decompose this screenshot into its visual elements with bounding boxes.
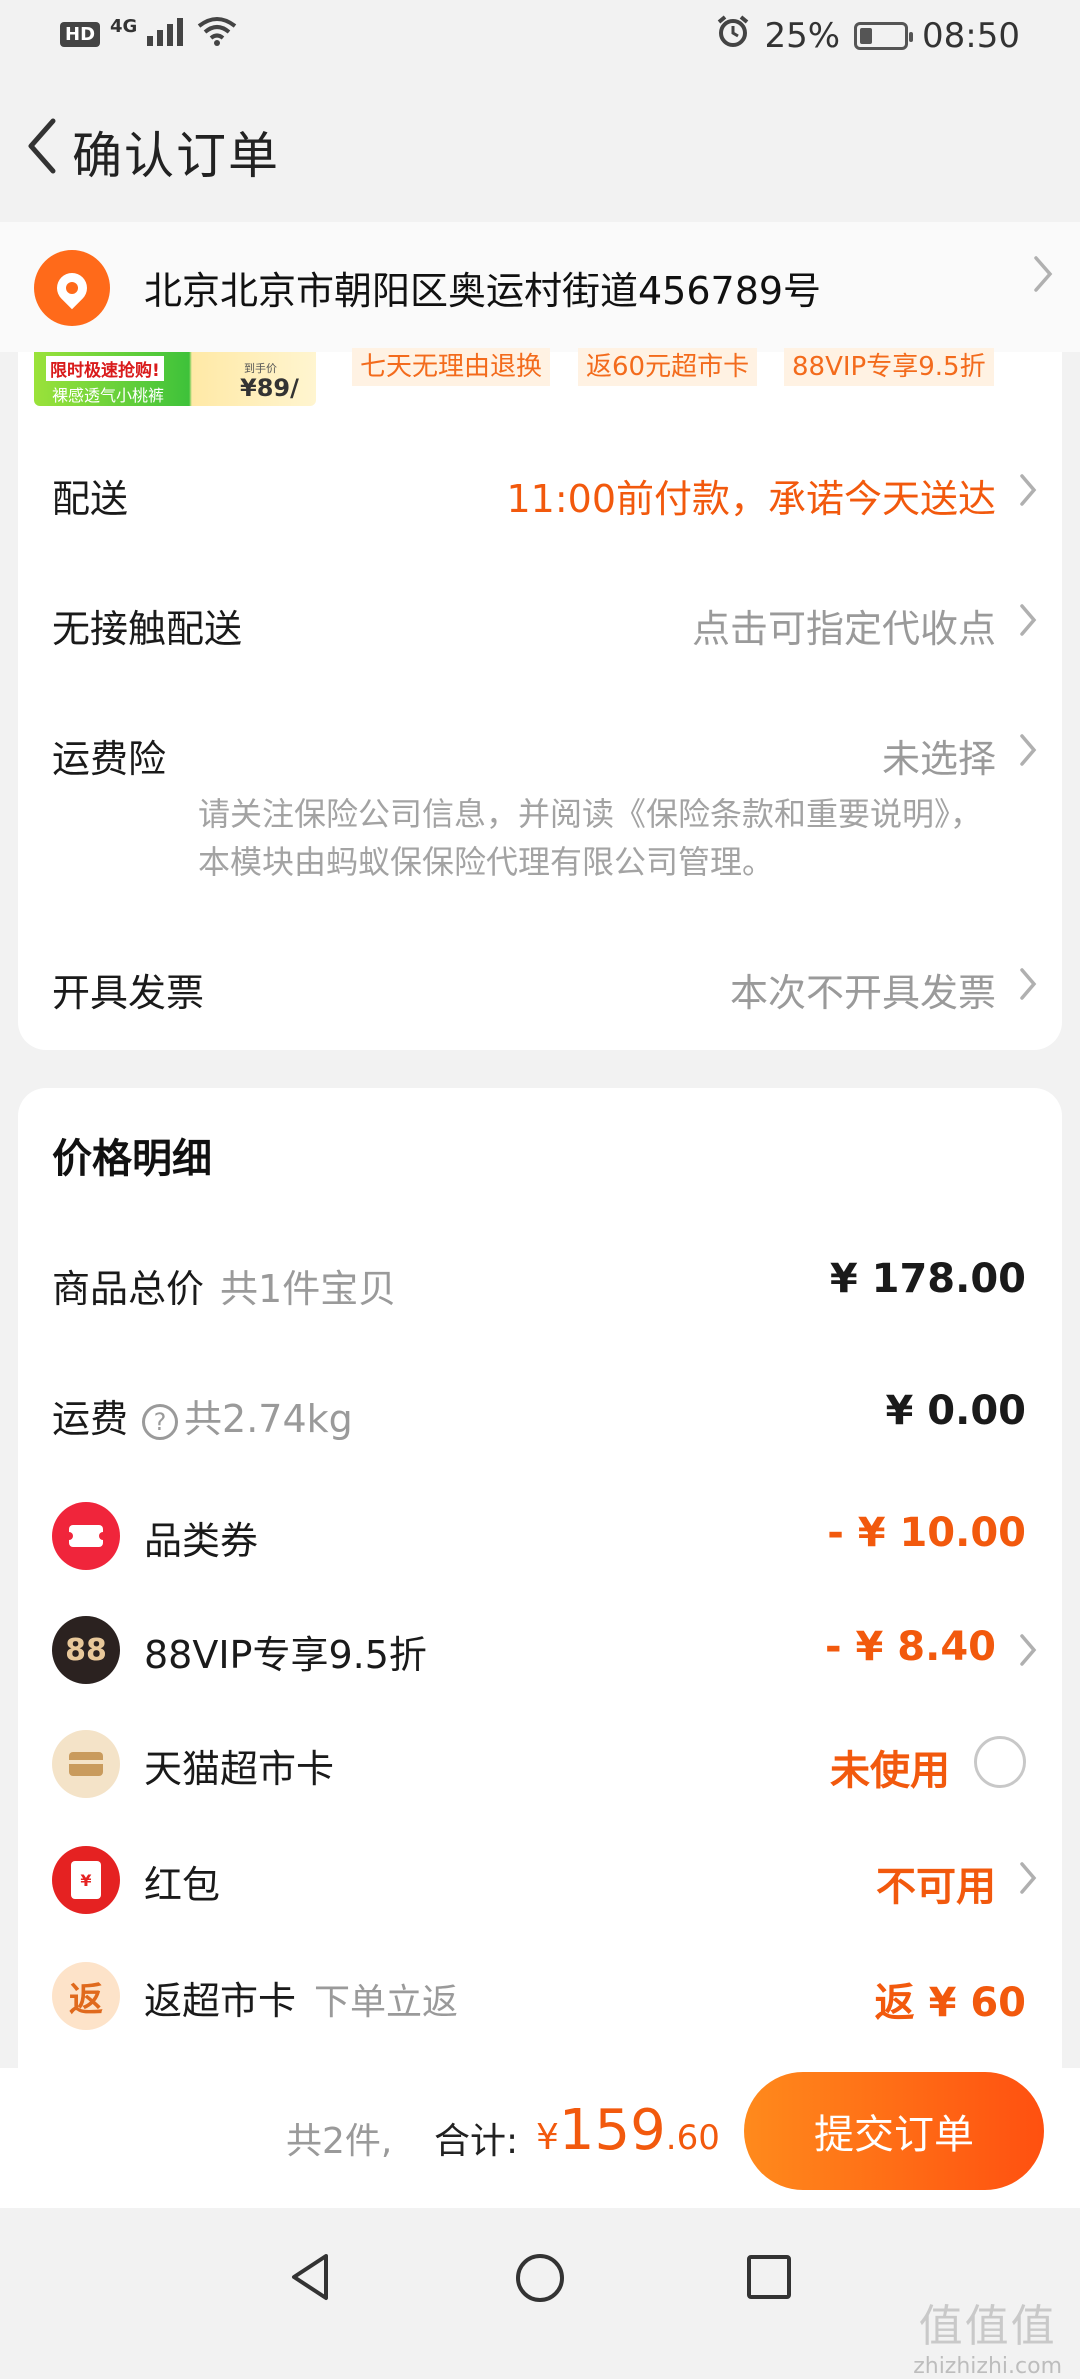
promo-tag: 88VIP专享9.5折 bbox=[784, 348, 994, 386]
invoice-row[interactable]: 开具发票 本次不开具发票 bbox=[0, 940, 1080, 1040]
hd-indicator: HD bbox=[60, 22, 101, 47]
rebate-value: 返 ¥ 60 bbox=[874, 1980, 1026, 2026]
promo-banner-price: ¥89/件 bbox=[240, 374, 299, 402]
tmall-card-value: 未使用 bbox=[830, 1748, 950, 1794]
header: 确认订单 bbox=[0, 72, 1080, 222]
promo-banner-line2: 裸感透气小桃裤 bbox=[52, 386, 165, 405]
promo-tag: 返60元超市卡 bbox=[578, 348, 758, 386]
status-right: 25% 08:50 bbox=[716, 14, 1020, 57]
wifi-icon bbox=[197, 16, 237, 53]
vip-discount-value[interactable]: - ¥ 8.40 bbox=[825, 1624, 996, 1670]
tmall-card-label: 天猫超市卡 bbox=[144, 1747, 335, 1791]
coupon-icon bbox=[52, 1502, 120, 1570]
red-packet-glyph: ¥ bbox=[71, 1861, 101, 1899]
network-label: 4G bbox=[110, 16, 138, 37]
watermark-logo: 值值值 bbox=[918, 2301, 1057, 2352]
invoice-label: 开具发票 bbox=[52, 971, 205, 1015]
battery-percent: 25% bbox=[764, 15, 841, 56]
contactless-delivery-row[interactable]: 无接触配送 点击可指定代收点 bbox=[0, 572, 1080, 672]
delivery-row[interactable]: 配送 11:00前付款，承诺今天送达 bbox=[0, 440, 1080, 540]
shipping-insurance-value: 未选择 bbox=[881, 737, 996, 781]
status-bar: HD 4G 25% 08:50 bbox=[0, 0, 1080, 72]
contactless-value: 点击可指定代收点 bbox=[691, 607, 996, 651]
category-coupon-value: - ¥ 10.00 bbox=[827, 1510, 1026, 1556]
chevron-right-icon bbox=[1018, 1632, 1038, 1672]
chevron-left-icon bbox=[28, 118, 56, 174]
location-pin-icon bbox=[34, 250, 110, 326]
address-bar[interactable]: 北京北京市朝阳区奥运村街道456789号 bbox=[0, 222, 1080, 352]
rebate-label: 返超市卡 下单立返 bbox=[144, 1970, 458, 2025]
nav-back-icon[interactable] bbox=[288, 2252, 332, 2306]
insurance-note: 请关注保险公司信息，并阅读《保险条款和重要说明》，本模块由蚂蚁保保险代理有限公司… bbox=[198, 795, 983, 881]
supermarket-card-icon bbox=[52, 1730, 120, 1798]
total-amount: ¥159.60 bbox=[536, 2098, 720, 2163]
promo-tag: 七天无理由退换 bbox=[352, 348, 551, 386]
freight-text: 运费 bbox=[52, 1397, 129, 1441]
signal-icon bbox=[147, 16, 187, 53]
watermark-url: zhizhizhi.com bbox=[913, 2354, 1062, 2379]
goods-total-sub: 共1件宝贝 bbox=[220, 1267, 397, 1311]
shipping-insurance-label: 运费险 bbox=[52, 737, 167, 781]
total-decimal: .60 bbox=[665, 2118, 720, 2158]
chevron-right-icon bbox=[1018, 966, 1038, 1006]
question-circle-icon[interactable]: ? bbox=[142, 1403, 179, 1440]
back-button[interactable] bbox=[12, 110, 72, 182]
clock: 08:50 bbox=[922, 15, 1020, 56]
category-coupon-label: 品类券 bbox=[144, 1519, 259, 1563]
red-packet-label: 红包 bbox=[144, 1863, 221, 1907]
shipping-insurance-row[interactable]: 运费险 未选择 bbox=[0, 702, 1080, 792]
freight-sub: 共2.74kg bbox=[184, 1397, 353, 1441]
goods-total-label: 商品总价 共1件宝贝 bbox=[52, 1258, 396, 1313]
chevron-right-icon bbox=[1018, 1860, 1038, 1900]
nav-home-icon[interactable] bbox=[514, 2252, 566, 2308]
red-packet-icon: ¥ bbox=[52, 1846, 120, 1914]
delivery-value: 11:00前付款，承诺今天送达 bbox=[506, 477, 996, 521]
tmall-card-radio[interactable] bbox=[974, 1736, 1026, 1788]
price-detail-card bbox=[18, 1088, 1062, 2068]
watermark: 值值值 zhizhizhi.com bbox=[913, 2290, 1062, 2379]
rebate-text: 返超市卡 bbox=[144, 1979, 297, 2023]
goods-total-text: 商品总价 bbox=[52, 1267, 205, 1311]
goods-total-value: ¥ 178.00 bbox=[829, 1256, 1026, 1302]
price-detail-title: 价格明细 bbox=[52, 1136, 212, 1182]
chevron-right-icon bbox=[1032, 254, 1054, 298]
promo-banner-image: 限时极速抢购! 裸感透气小桃裤 到手价 ¥89/件 bbox=[34, 352, 316, 406]
delivery-label: 配送 bbox=[52, 477, 129, 521]
freight-label: 运费? 共2.74kg bbox=[52, 1388, 353, 1443]
contactless-label: 无接触配送 bbox=[52, 607, 243, 651]
vip-88-icon: 88 bbox=[52, 1616, 120, 1684]
invoice-value: 本次不开具发票 bbox=[729, 971, 996, 1015]
address-text: 北京北京市朝阳区奥运村街道456789号 bbox=[144, 269, 822, 313]
rebate-icon: 返 bbox=[52, 1962, 120, 2030]
total-integer: 159 bbox=[558, 2098, 666, 2163]
submit-order-button[interactable]: 提交订单 bbox=[744, 2072, 1044, 2190]
item-count: 共2件, bbox=[286, 2121, 393, 2162]
total-label: 合计: bbox=[434, 2121, 519, 2162]
status-left: HD 4G bbox=[60, 16, 237, 53]
nav-recent-icon[interactable] bbox=[746, 2254, 792, 2304]
chevron-right-icon bbox=[1018, 472, 1038, 512]
chevron-right-icon bbox=[1018, 602, 1038, 642]
total-currency: ¥ bbox=[536, 2117, 559, 2158]
freight-value: ¥ 0.00 bbox=[885, 1388, 1026, 1434]
alarm-icon bbox=[716, 14, 750, 57]
chevron-right-icon bbox=[1018, 732, 1038, 772]
page-title: 确认订单 bbox=[72, 127, 280, 185]
battery-icon bbox=[854, 21, 914, 50]
promo-banner-line1: 限时极速抢购! bbox=[46, 356, 164, 381]
red-packet-value[interactable]: 不可用 bbox=[876, 1854, 996, 1912]
rebate-sub: 下单立返 bbox=[314, 1982, 459, 2023]
vip-discount-label: 88VIP专享9.5折 bbox=[144, 1633, 427, 1677]
